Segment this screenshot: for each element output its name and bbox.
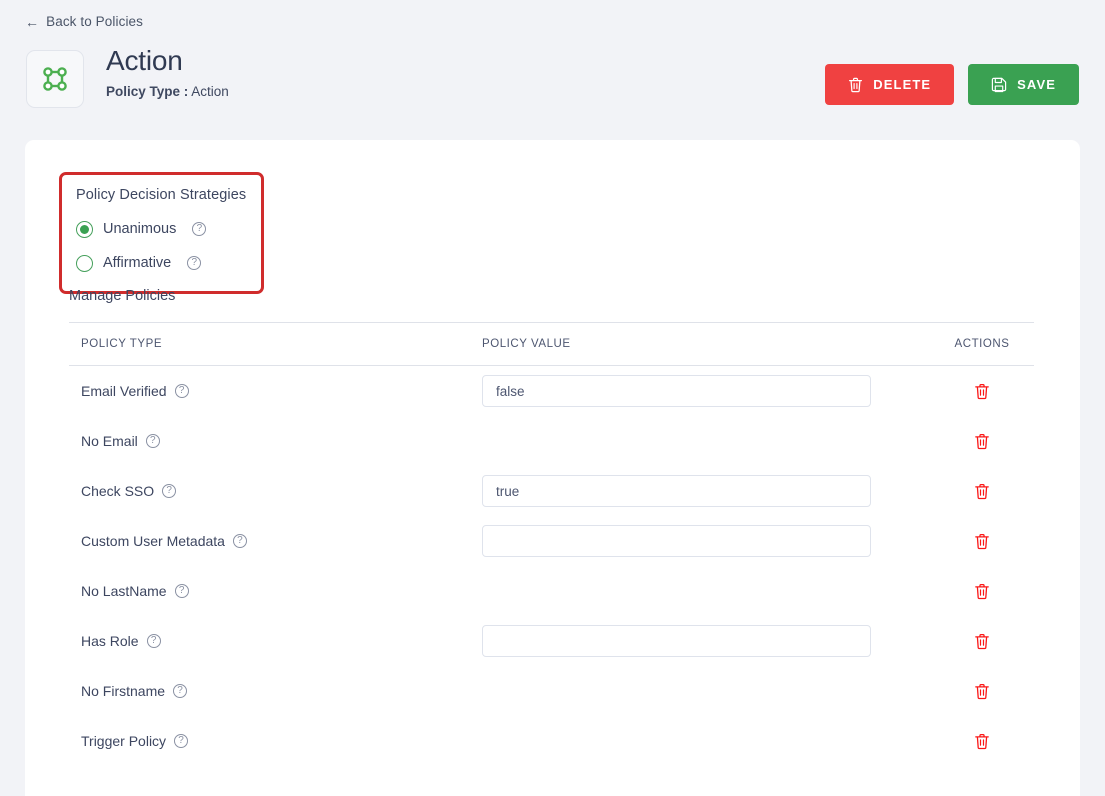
trash-icon[interactable]	[972, 531, 992, 552]
policy-type-cell: Check SSO?	[69, 483, 482, 499]
policy-value-input[interactable]	[482, 525, 871, 557]
policy-type-label: Policy Type :	[106, 84, 189, 99]
policy-type-name: Check SSO	[81, 483, 155, 499]
policy-type-name: No Firstname	[81, 683, 166, 699]
radio-option-affirmative[interactable]: Affirmative ?	[76, 249, 247, 277]
policy-value-cell	[482, 475, 930, 507]
actions-cell	[930, 531, 1034, 552]
policies-table-header: POLICY TYPE POLICY VALUE ACTIONS	[69, 322, 1034, 366]
policy-type-name: No Email	[81, 433, 138, 449]
help-circle-icon[interactable]: ?	[187, 256, 202, 270]
help-circle-icon[interactable]: ?	[232, 534, 247, 548]
policy-type-cell: No LastName?	[69, 583, 482, 599]
save-floppy-icon	[991, 77, 1007, 93]
column-header-actions: ACTIONS	[954, 338, 1010, 350]
policy-type-cell: No Email?	[69, 433, 482, 449]
policy-value-cell	[482, 625, 930, 657]
policy-type-subtitle: Policy Type : Action	[106, 84, 229, 99]
radio-unanimous-indicator[interactable]	[76, 220, 93, 238]
page-header: Action Policy Type : Action DELETE SAVE	[0, 43, 1105, 124]
back-to-policies-link[interactable]: ← Back to Policies	[25, 14, 143, 29]
delete-button-label: DELETE	[873, 77, 932, 92]
trash-icon	[848, 77, 863, 93]
manage-policies-title: Manage Policies	[69, 288, 176, 304]
policy-type-cell: Has Role?	[69, 633, 482, 649]
column-header-policy-value: POLICY VALUE	[482, 338, 571, 350]
help-circle-icon[interactable]: ?	[173, 684, 188, 698]
actions-cell	[930, 481, 1034, 502]
table-row: Trigger Policy?	[69, 716, 1034, 766]
radio-affirmative-label: Affirmative	[103, 255, 172, 271]
delete-button[interactable]: DELETE	[825, 64, 955, 105]
actions-cell	[930, 731, 1034, 752]
trash-icon[interactable]	[972, 431, 992, 452]
help-circle-icon[interactable]: ?	[174, 734, 189, 748]
back-to-policies-label: Back to Policies	[46, 14, 144, 29]
radio-option-unanimous[interactable]: Unanimous ?	[76, 215, 247, 243]
table-row: Email Verified?	[69, 366, 1034, 416]
radio-unanimous-label: Unanimous	[103, 221, 177, 237]
trash-icon[interactable]	[972, 581, 992, 602]
policy-type-name: Trigger Policy	[81, 733, 167, 749]
policy-value-cell	[482, 525, 930, 557]
policy-type-name: Email Verified	[81, 383, 167, 399]
actions-cell	[930, 681, 1034, 702]
actions-cell	[930, 431, 1034, 452]
table-row: No LastName?	[69, 566, 1034, 616]
policy-type-name: Custom User Metadata	[81, 533, 225, 549]
policy-type-name: No LastName	[81, 583, 167, 599]
policy-node-graph-icon	[26, 50, 84, 108]
help-circle-icon[interactable]: ?	[174, 584, 189, 598]
policies-table: POLICY TYPE POLICY VALUE ACTIONS Email V…	[69, 322, 1034, 766]
table-row: Check SSO?	[69, 466, 1034, 516]
help-circle-icon[interactable]: ?	[146, 634, 161, 648]
page-title: Action	[106, 45, 183, 76]
table-row: Has Role?	[69, 616, 1034, 666]
trash-icon[interactable]	[972, 631, 992, 652]
save-button[interactable]: SAVE	[968, 64, 1079, 105]
actions-cell	[930, 381, 1034, 402]
trash-icon[interactable]	[972, 731, 992, 752]
title-block: Action Policy Type : Action	[106, 43, 229, 99]
actions-cell	[930, 631, 1034, 652]
table-row: No Email?	[69, 416, 1034, 466]
policy-value-cell	[482, 375, 930, 407]
table-row: Custom User Metadata?	[69, 516, 1034, 566]
save-button-label: SAVE	[1017, 77, 1056, 92]
trash-icon[interactable]	[972, 381, 992, 402]
policy-detail-card: Policy Decision Strategies Unanimous ? A…	[25, 140, 1080, 796]
help-circle-icon[interactable]: ?	[174, 384, 189, 398]
policy-type-cell: Email Verified?	[69, 383, 482, 399]
policy-type-name: Has Role	[81, 633, 139, 649]
policy-decision-strategies-section: Policy Decision Strategies Unanimous ? A…	[59, 172, 264, 294]
table-row: No Firstname?	[69, 666, 1034, 716]
header-actions: DELETE SAVE	[825, 64, 1079, 105]
help-circle-icon[interactable]: ?	[162, 484, 177, 498]
policy-value-input[interactable]	[482, 475, 871, 507]
policy-type-cell: Custom User Metadata?	[69, 533, 482, 549]
policies-table-body: Email Verified? No Email? Check SSO? Cus…	[69, 366, 1034, 766]
policy-type-cell: No Firstname?	[69, 683, 482, 699]
actions-cell	[930, 581, 1034, 602]
help-circle-icon[interactable]: ?	[192, 222, 207, 236]
policy-value-input[interactable]	[482, 625, 871, 657]
policy-type-cell: Trigger Policy?	[69, 733, 482, 749]
help-circle-icon[interactable]: ?	[145, 434, 160, 448]
policy-value-input[interactable]	[482, 375, 871, 407]
policy-type-value: Action	[191, 84, 229, 99]
column-header-policy-type: POLICY TYPE	[81, 338, 163, 350]
radio-affirmative-indicator[interactable]	[76, 254, 93, 272]
trash-icon[interactable]	[972, 481, 992, 502]
policy-decision-strategies-title: Policy Decision Strategies	[76, 187, 247, 203]
trash-icon[interactable]	[972, 681, 992, 702]
arrow-left-icon: ←	[25, 13, 40, 30]
